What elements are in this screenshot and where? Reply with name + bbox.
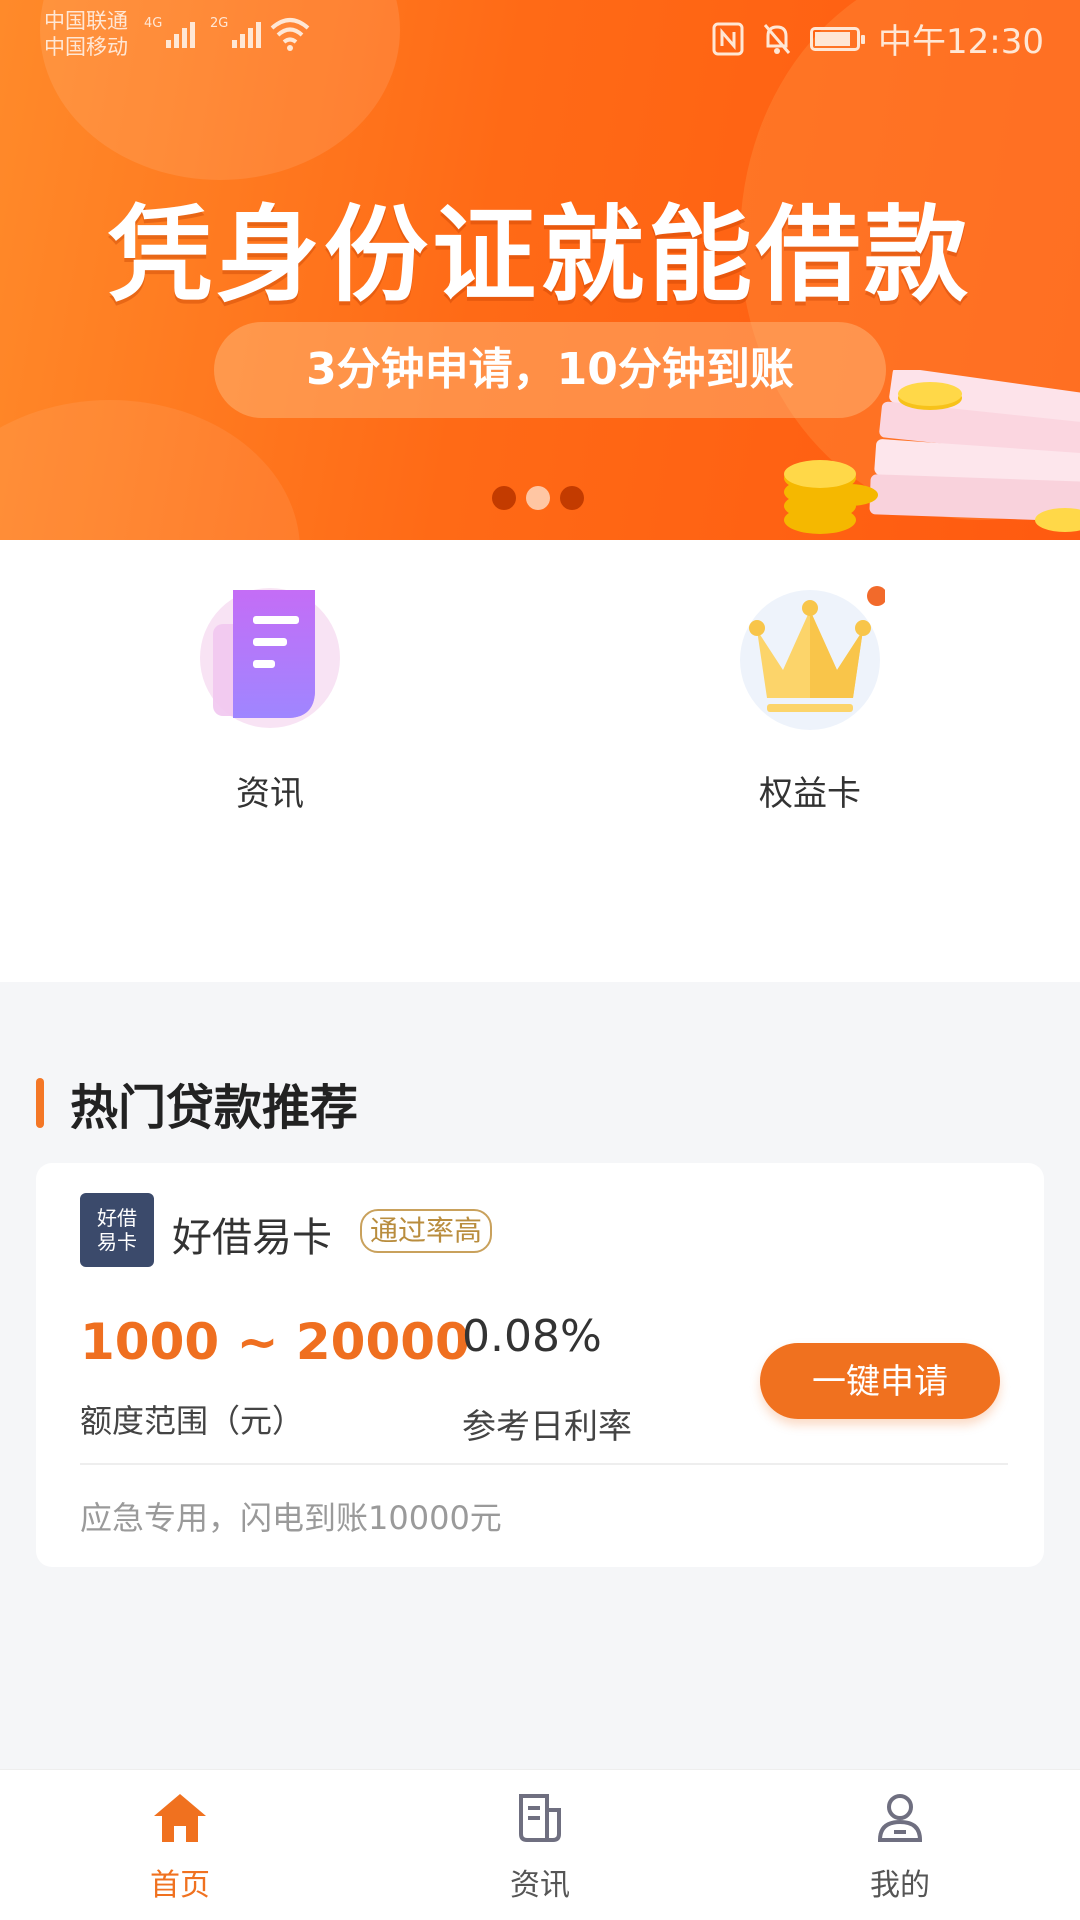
product-logo: 好借 易卡	[80, 1193, 154, 1267]
tab-home[interactable]: 首页	[80, 1788, 280, 1904]
wifi-icon	[270, 18, 310, 51]
quick-entry-label: 权益卡	[759, 774, 861, 814]
carrier-name-1: 中国联通	[44, 9, 128, 33]
status-bar: 中国联通 中国移动 4G 2G 中午12:30	[0, 0, 1080, 72]
tab-label: 我的	[870, 1868, 930, 1903]
money-illustration	[784, 370, 1080, 534]
section-header: 热门贷款推荐	[36, 1075, 358, 1136]
divider	[80, 1463, 1008, 1465]
home-icon	[80, 1788, 280, 1848]
banner-title: 凭身份证就能借款	[107, 194, 972, 316]
mute-bell-icon	[763, 23, 791, 54]
bottom-tab-bar: 首页 资讯 我的	[0, 1769, 1080, 1920]
quick-entry-benefit-card[interactable]: 权益卡	[710, 580, 910, 815]
document-icon	[195, 580, 345, 730]
promo-banner[interactable]: 中国联通 中国移动 4G 2G 中午12:30 凭身份证就能借款 3分钟申请，1…	[0, 0, 1080, 540]
approval-badge: 通过率高	[360, 1209, 493, 1253]
crown-icon	[735, 580, 887, 730]
carousel-dot[interactable]	[560, 486, 584, 510]
profile-icon	[800, 1788, 1000, 1848]
carrier-info: 中国联通 中国移动	[44, 8, 128, 60]
section-title: 热门贷款推荐	[70, 1080, 359, 1136]
quick-entry-panel: 资讯 权益卡	[0, 540, 1080, 982]
tab-profile[interactable]: 我的	[800, 1788, 1000, 1904]
amount-label: 额度范围（元）	[80, 1402, 305, 1440]
signal-icon: 2G	[210, 16, 261, 48]
carousel-dot[interactable]	[492, 486, 516, 510]
quick-entry-news[interactable]: 资讯	[170, 580, 370, 815]
network-type: 2G	[210, 16, 229, 31]
product-note: 应急专用，闪电到账10000元	[80, 1499, 502, 1537]
logo-text: 易卡	[97, 1230, 137, 1254]
apply-button[interactable]: 一键申请	[760, 1343, 1000, 1419]
loan-card[interactable]: 好借 易卡 好借易卡 通过率高 1000 ~ 20000 额度范围（元） 0.0…	[36, 1163, 1044, 1567]
logo-text: 好借	[97, 1206, 137, 1230]
daily-rate: 0.08%	[462, 1311, 602, 1362]
tab-label: 资讯	[510, 1868, 570, 1903]
tab-news[interactable]: 资讯	[440, 1788, 640, 1904]
status-right: 中午12:30	[712, 14, 1044, 63]
rate-label: 参考日利率	[462, 1407, 632, 1447]
nfc-icon	[712, 22, 744, 55]
carousel-dot-active[interactable]	[526, 486, 550, 510]
section-accent-bar	[36, 1078, 44, 1128]
tab-label: 首页	[150, 1868, 210, 1903]
quick-entry-label: 资讯	[236, 774, 304, 814]
clock: 中午12:30	[878, 22, 1044, 62]
network-type: 4G	[144, 16, 163, 31]
product-name: 好借易卡	[172, 1215, 332, 1261]
signal-icon: 4G	[144, 16, 195, 48]
carousel-indicator[interactable]	[492, 486, 584, 510]
battery-icon	[810, 26, 866, 51]
banner-decor	[0, 400, 300, 540]
amount-range: 1000 ~ 20000	[80, 1313, 470, 1371]
news-icon	[440, 1788, 640, 1848]
carrier-name-2: 中国移动	[44, 35, 128, 59]
